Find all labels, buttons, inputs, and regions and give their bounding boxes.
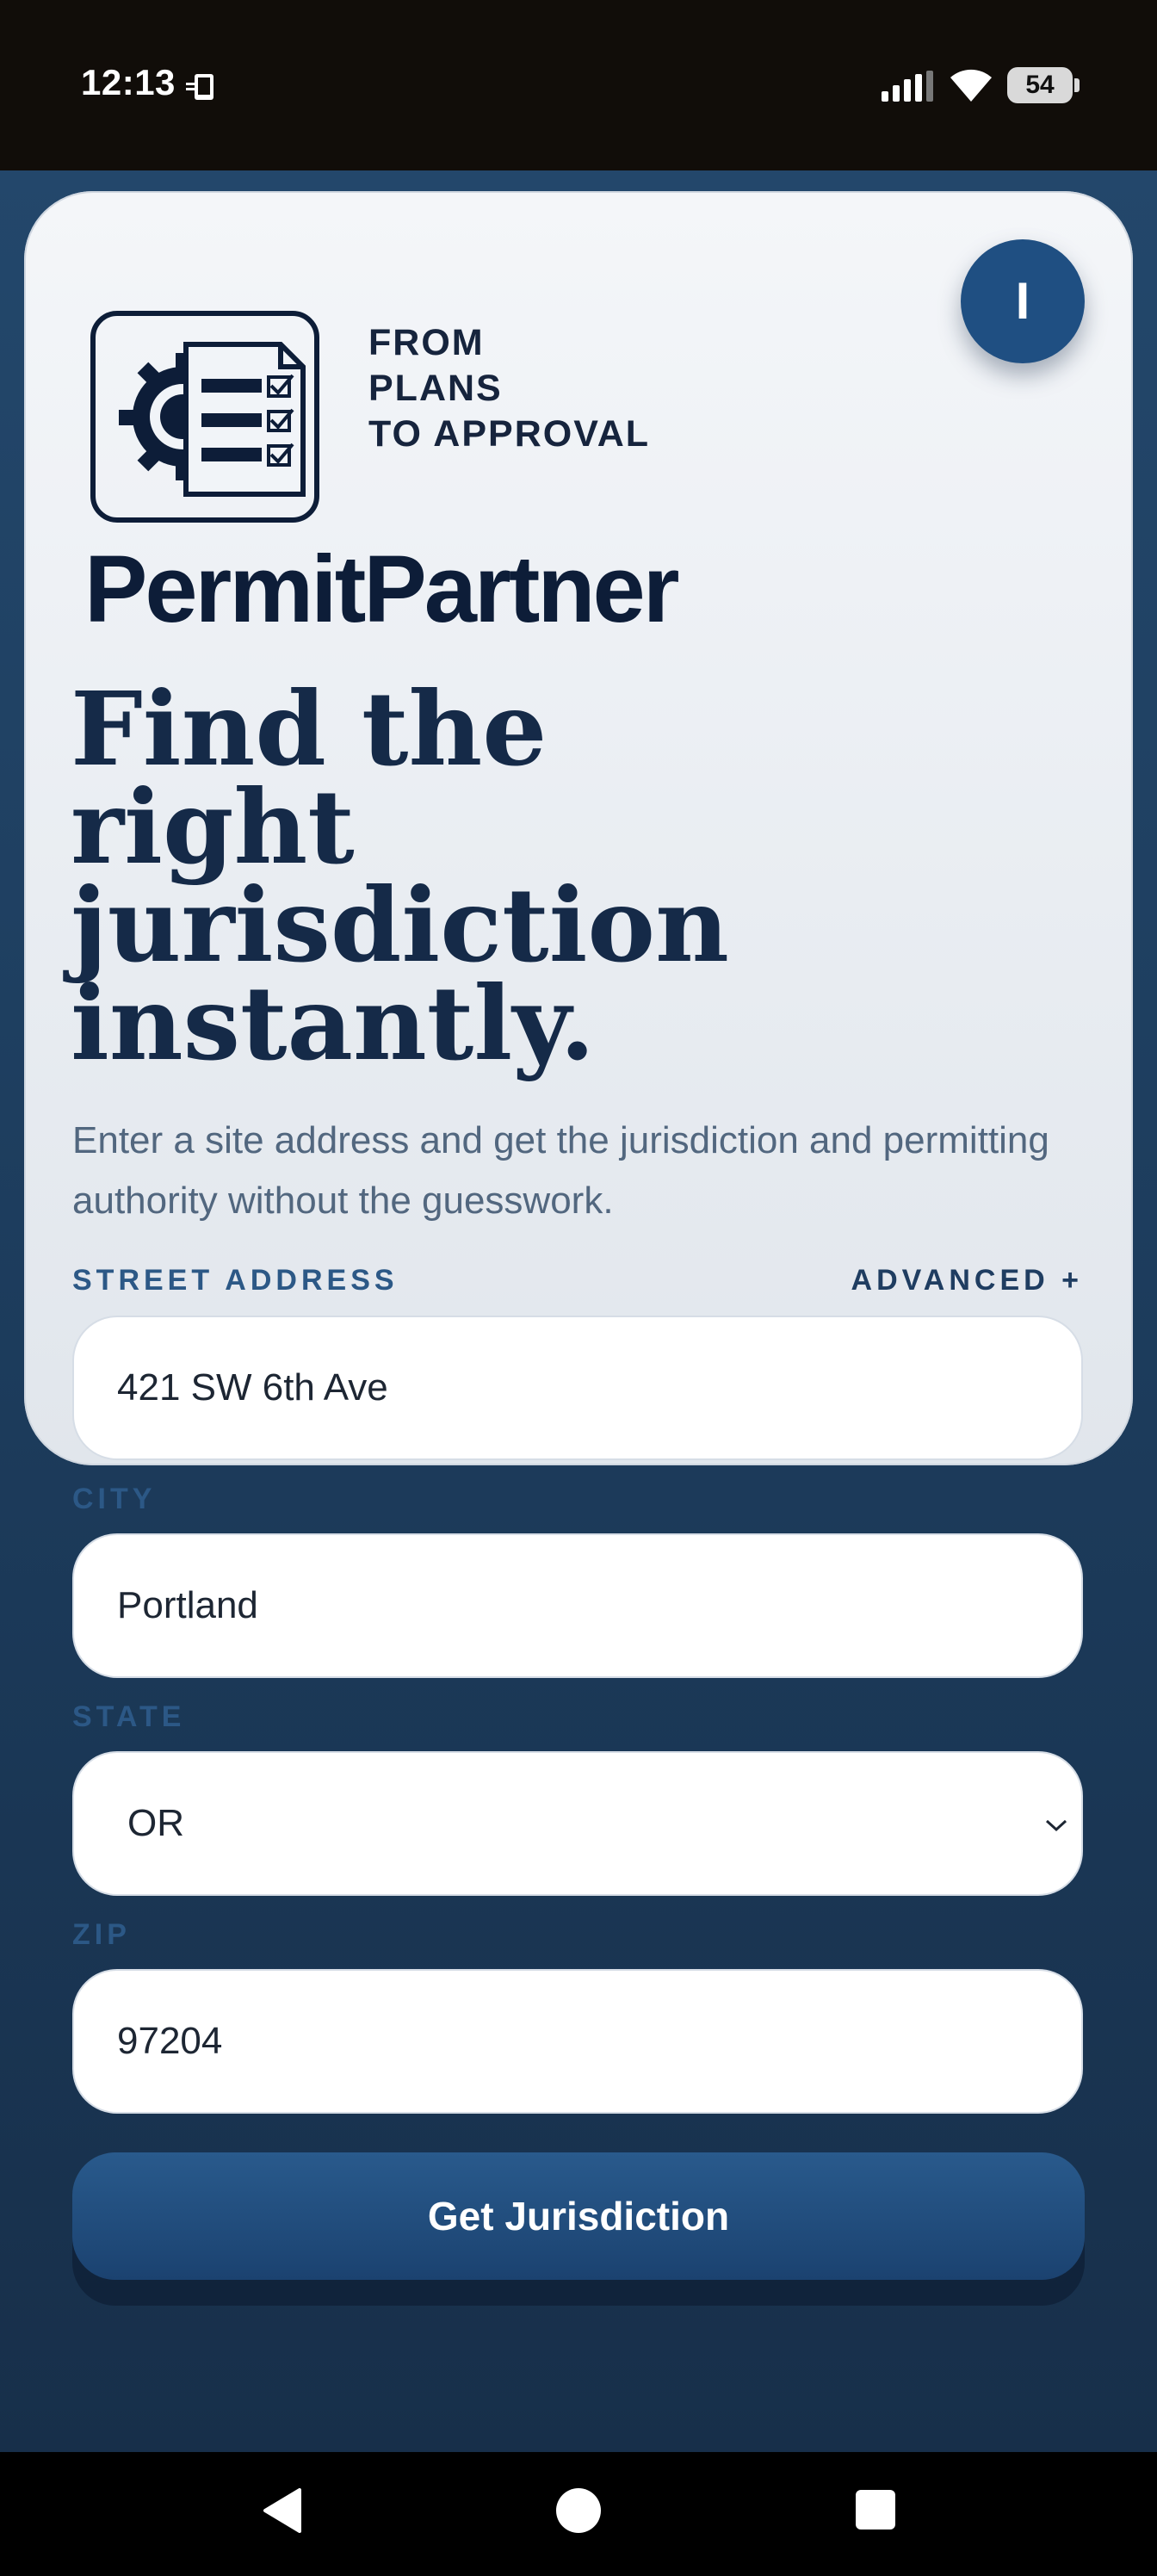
headline-line: Find the (71, 669, 548, 789)
advanced-options-link[interactable]: ADVANCED + (851, 1264, 1083, 1297)
chevron-down-icon (1045, 1819, 1067, 1832)
phone-notification-icon (186, 74, 213, 100)
home-icon[interactable] (556, 2488, 601, 2533)
brand-name: PermitPartner (84, 536, 680, 642)
street-address-input[interactable]: 421 SW 6th Ave (72, 1316, 1083, 1460)
headline-line: instantly. (71, 963, 596, 1083)
tagline-line: FROM (368, 322, 485, 363)
city-value: Portland (117, 1584, 258, 1626)
user-avatar-button[interactable]: I (961, 239, 1085, 363)
state-select[interactable]: OR (72, 1751, 1083, 1896)
tagline-line: TO APPROVAL (368, 413, 651, 455)
back-icon[interactable] (258, 2485, 306, 2536)
signal-icon (882, 71, 933, 102)
wifi-icon (950, 69, 992, 102)
battery-icon: 54 (1007, 67, 1080, 103)
city-input[interactable]: Portland (72, 1533, 1083, 1678)
zip-value: 97204 (117, 2020, 223, 2062)
headline-line: jurisdiction (71, 865, 729, 985)
page-headline: Find the right jurisdiction instantly. (71, 669, 729, 1083)
brand-tagline: FROM PLANS TO APPROVAL (368, 320, 730, 457)
city-label: CITY (72, 1483, 157, 1515)
system-nav-bar (0, 2452, 1157, 2576)
status-time: 12:13 (81, 62, 176, 102)
headline-line: right (71, 767, 355, 887)
street-address-label: STREET ADDRESS (72, 1264, 399, 1297)
status-bar: 12:13 54 (0, 0, 1157, 170)
zip-label: ZIP (72, 1918, 131, 1951)
get-jurisdiction-button[interactable]: Get Jurisdiction (72, 2152, 1085, 2280)
page-description: Enter a site address and get the jurisdi… (72, 1119, 1049, 1222)
avatar-initial: I (1015, 272, 1030, 330)
recents-icon[interactable] (856, 2490, 895, 2530)
tagline-line: PLANS (368, 368, 503, 409)
permit-checklist-gear-icon (90, 311, 319, 523)
zip-input[interactable]: 97204 (72, 1969, 1083, 2114)
street-address-value: 421 SW 6th Ave (117, 1366, 388, 1409)
battery-level: 54 (1025, 71, 1055, 99)
state-value: OR (127, 1802, 184, 1844)
state-label: STATE (72, 1700, 186, 1733)
